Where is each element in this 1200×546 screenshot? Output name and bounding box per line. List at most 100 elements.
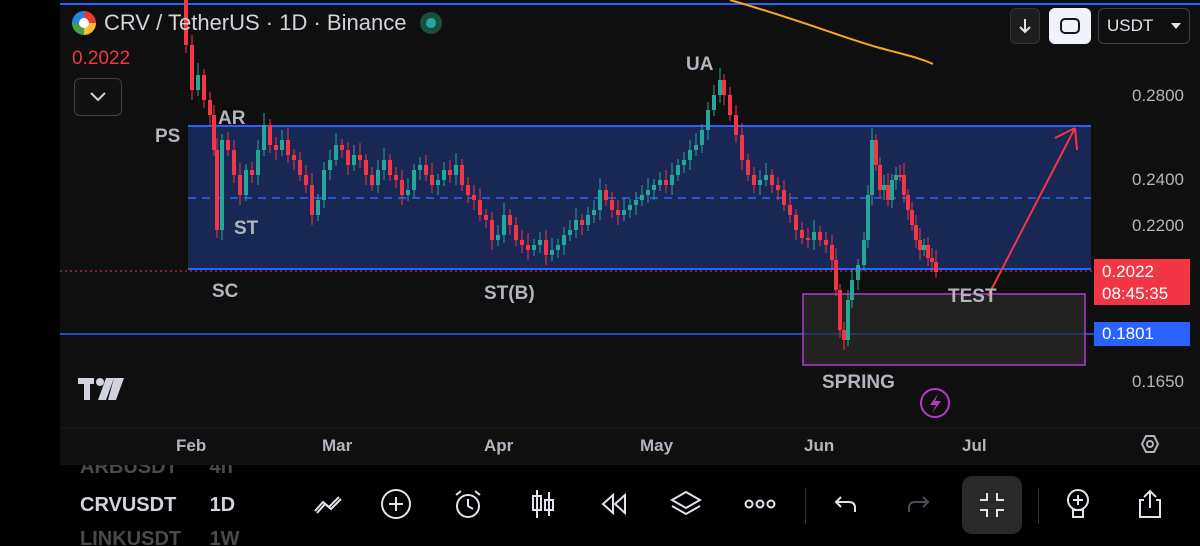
- plus-icon: [381, 489, 411, 519]
- alert-button[interactable]: [446, 482, 490, 526]
- chevron-down-icon: [1171, 23, 1181, 29]
- candle-body: [358, 155, 362, 160]
- autoscale-icon: [1060, 18, 1080, 34]
- auto-scale-button[interactable]: [1049, 8, 1091, 44]
- chart-type-button[interactable]: [521, 482, 565, 526]
- candle-body: [806, 238, 810, 240]
- annotation-ar: AR: [218, 108, 246, 129]
- candle-body: [610, 200, 614, 210]
- candle-body: [782, 190, 786, 205]
- candle-body: [770, 175, 774, 185]
- layers-icon: [670, 490, 702, 516]
- candle-body: [526, 245, 530, 250]
- more-button[interactable]: [738, 482, 782, 526]
- watchlist-row[interactable]: LINKUSDT 1W: [80, 528, 240, 546]
- candle-body: [208, 100, 212, 115]
- fullscreen-exit-icon: [980, 493, 1004, 517]
- alarm-icon: [455, 490, 481, 518]
- add-indicator-button[interactable]: [374, 482, 418, 526]
- candle-body: [764, 175, 768, 180]
- collapse-legend-button[interactable]: [74, 78, 122, 116]
- candle-body: [442, 170, 446, 180]
- candle-body: [340, 145, 344, 150]
- candle-body: [640, 195, 644, 200]
- watch-interval: 1W: [209, 528, 240, 546]
- symbol-header[interactable]: CRV / TetherUS · 1D · Binance: [72, 10, 443, 36]
- header-current-price: 0.2022: [72, 48, 131, 69]
- candle-body: [538, 240, 542, 245]
- layers-button[interactable]: [664, 482, 708, 526]
- candle-body: [752, 175, 756, 185]
- candle-body: [794, 215, 798, 230]
- candle-body: [322, 170, 326, 200]
- candles-icon: [532, 490, 554, 518]
- candle-body: [898, 175, 902, 177]
- candle-body: [622, 210, 626, 215]
- candle-body: [676, 165, 680, 175]
- candle-body: [598, 190, 602, 210]
- share-icon: [1139, 489, 1161, 518]
- candle-body: [376, 170, 380, 185]
- share-button[interactable]: [1128, 482, 1172, 526]
- candle-body: [478, 200, 482, 215]
- ideas-button[interactable]: [1056, 482, 1100, 526]
- lightning-icon[interactable]: [920, 388, 950, 418]
- candle-body: [454, 165, 458, 175]
- candle-body: [718, 80, 722, 95]
- candle-body: [520, 240, 524, 245]
- annotation-ua: UA: [686, 54, 714, 75]
- candle-body: [846, 300, 850, 340]
- annotation-test: TEST: [948, 286, 997, 307]
- candle-body: [556, 245, 560, 250]
- time-axis-label: May: [640, 436, 674, 455]
- scroll-down-button[interactable]: [1010, 8, 1040, 44]
- candle-body: [316, 200, 320, 215]
- candle-body: [334, 145, 338, 160]
- candle-body: [902, 175, 906, 195]
- candle-body: [496, 235, 500, 240]
- arrow-down-icon: [1019, 19, 1031, 34]
- watchlist-row[interactable]: CRVUSDT 1D: [80, 494, 235, 517]
- price-chart[interactable]: [60, 0, 1200, 465]
- trend-tool-button[interactable]: [306, 482, 350, 526]
- watch-symbol: LINKUSDT: [80, 528, 182, 546]
- tradingview-logo-icon: [78, 378, 124, 400]
- chart-area[interactable]: [60, 0, 1200, 465]
- candle-body: [430, 175, 434, 185]
- candle-body: [382, 160, 386, 170]
- candle-body: [292, 155, 296, 160]
- candle-body: [574, 220, 578, 230]
- time-axis-label: Apr: [484, 436, 514, 455]
- candle-body: [930, 258, 934, 262]
- candle-body: [592, 210, 596, 215]
- candle-body: [870, 140, 874, 195]
- candle-body: [874, 140, 878, 165]
- more-icon: [744, 499, 776, 509]
- candle-body: [746, 160, 750, 175]
- time-axis-label: Mar: [322, 436, 353, 455]
- replay-button[interactable]: [592, 482, 636, 526]
- candle-body: [244, 170, 248, 195]
- idea-icon: [1067, 489, 1089, 518]
- undo-button[interactable]: [824, 482, 868, 526]
- candle-body: [280, 140, 284, 150]
- redo-button[interactable]: [896, 482, 940, 526]
- candle-body: [682, 160, 686, 165]
- last-price-value: 0.2022: [1102, 262, 1154, 281]
- candle-body: [310, 185, 314, 215]
- candle-body: [256, 150, 260, 175]
- candle-body: [788, 205, 792, 215]
- candle-body: [424, 165, 428, 175]
- candle-body: [190, 45, 194, 90]
- candle-body: [352, 155, 356, 165]
- candle-body: [706, 110, 710, 130]
- time-axis-label: Jul: [962, 436, 987, 455]
- candle-countdown: 08:45:35: [1102, 284, 1169, 303]
- currency-select[interactable]: USDT: [1098, 8, 1190, 44]
- candle-body: [328, 160, 332, 170]
- trend-icon: [314, 496, 342, 514]
- candle-body: [878, 165, 882, 190]
- axis-settings-icon[interactable]: [1140, 435, 1160, 453]
- exit-fullscreen-button[interactable]: [962, 476, 1022, 534]
- candle-body: [838, 290, 842, 330]
